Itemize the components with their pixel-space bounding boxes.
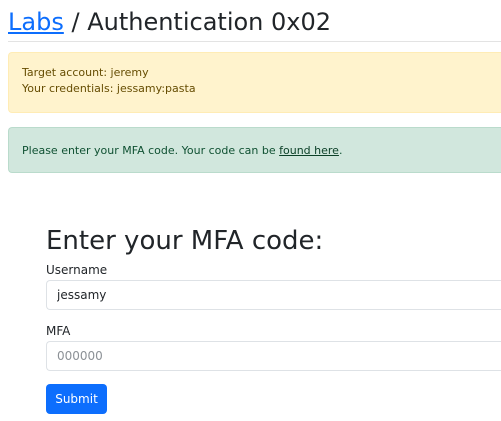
username-input[interactable] [46,280,501,310]
page-title: Authentication 0x02 [87,8,332,36]
found-here-link[interactable]: found here [279,144,339,157]
target-account-alert: Target account: jeremy Your credentials:… [8,52,501,113]
credentials-text: Your credentials: jessamy:pasta [22,82,196,95]
mfa-info-period: . [338,144,343,157]
page-header: Labs / Authentication 0x02 [8,4,331,40]
header-divider [8,41,501,42]
page: Labs / Authentication 0x02 Target accoun… [0,0,501,421]
username-label: Username [46,263,108,277]
mfa-input[interactable] [46,341,501,371]
labs-link[interactable]: Labs [8,8,64,36]
mfa-info-text: Please enter your MFA code. Your code ca… [22,144,276,157]
breadcrumb-separator: / [71,8,80,36]
submit-button[interactable]: Submit [46,384,107,414]
mfa-label: MFA [46,324,71,338]
target-account-text: Target account: jeremy [22,66,149,79]
form-title: Enter your MFA code: [46,226,324,256]
mfa-info-alert: Please enter your MFA code. Your code ca… [8,127,501,173]
